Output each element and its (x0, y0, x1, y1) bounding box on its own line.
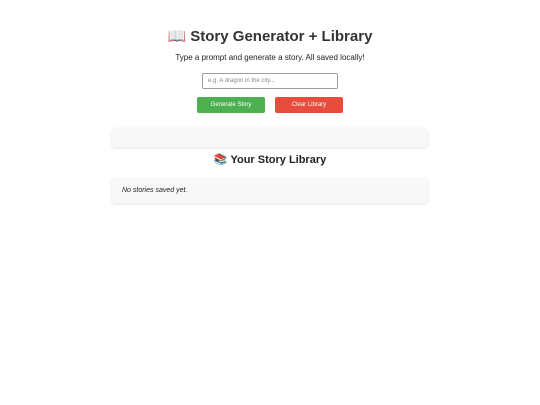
page-title: 📖 Story Generator + Library (0, 27, 540, 45)
book-icon: 📖 (167, 28, 187, 45)
books-icon: 📚 (213, 154, 228, 166)
story-prompt-input[interactable] (202, 73, 338, 89)
story-output (112, 128, 428, 147)
library-heading-text: Your Story Library (230, 154, 327, 166)
generate-story-button[interactable]: Generate Story (197, 97, 265, 113)
library-empty-message: No stories saved yet. (122, 187, 188, 194)
clear-library-button[interactable]: Clear Library (275, 97, 343, 113)
story-library-list: No stories saved yet. (112, 178, 428, 203)
page: 📖 Story Generator + Library Type a prompt… (0, 0, 540, 405)
library-heading: 📚 Your Story Library (0, 153, 540, 166)
page-subtitle: Type a prompt and generate a story. All … (175, 53, 365, 62)
page-title-text: Story Generator + Library (190, 28, 373, 45)
